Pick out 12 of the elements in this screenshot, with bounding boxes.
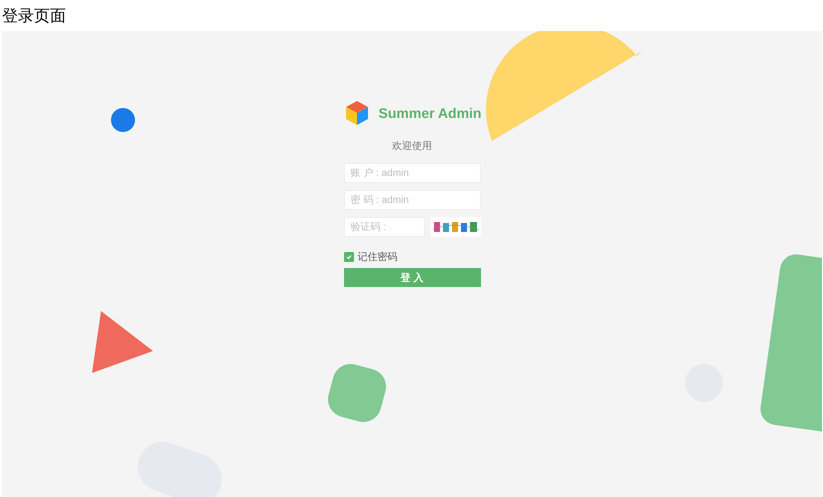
welcome-text: 欢迎使用 — [392, 140, 432, 153]
password-field[interactable]: 密 码 : admin — [344, 190, 480, 210]
username-field[interactable]: 账 户 : admin — [344, 163, 480, 183]
login-button[interactable]: 登 入 — [344, 268, 480, 287]
remember-label: 记住密码 — [358, 250, 398, 264]
captcha-image-drawing — [430, 217, 480, 237]
checkmark-icon — [346, 254, 352, 260]
circle-shape — [110, 107, 136, 133]
remember-checkbox[interactable] — [344, 252, 354, 262]
captcha-field[interactable]: 验证码 : — [344, 217, 424, 237]
brand-name: Summer Admin — [378, 105, 482, 121]
page-title: 登录页面 — [1, 7, 67, 27]
